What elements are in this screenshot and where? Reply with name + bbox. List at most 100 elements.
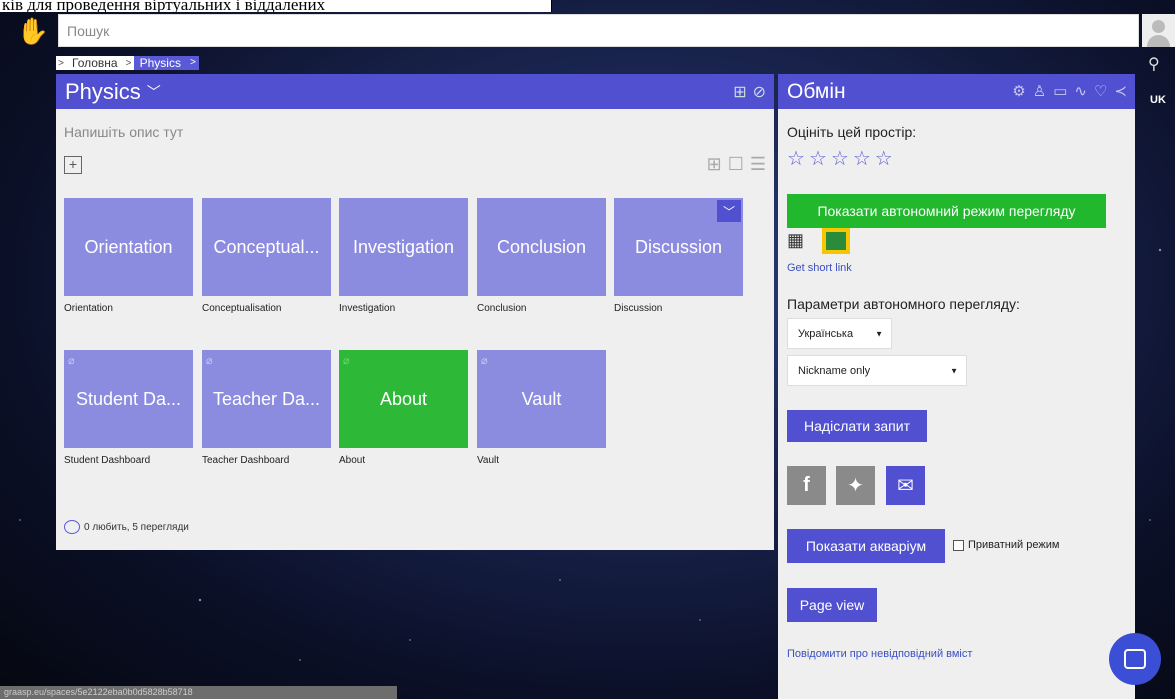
tile-vault[interactable]: ⌀ Vault [477, 350, 606, 448]
tile-caption: Orientation [64, 303, 113, 314]
tile-teacher-dashboard[interactable]: ⌀ Teacher Da... [202, 350, 331, 448]
breadcrumb-current[interactable]: Physics [133, 56, 187, 70]
tiles-view-icon[interactable]: ⊞ [707, 154, 722, 175]
share-panel: Обмін ⚙ ♙ ▭ ∿ ♡ ≺ Оцініть цей простір: ☆… [778, 74, 1135, 699]
heart-icon[interactable] [64, 520, 80, 534]
tile-caption: Vault [477, 455, 500, 466]
private-mode-toggle[interactable]: Приватний режим [953, 539, 1059, 551]
tile-label: Conceptual... [213, 236, 320, 257]
rate-label: Оцініть цей простір: [787, 124, 917, 140]
tile-menu-chevron-icon[interactable]: ﹀ [717, 200, 741, 222]
nickname-select[interactable]: Nickname only ▼ [787, 355, 967, 386]
eye-off-icon: ⌀ [343, 355, 350, 367]
tile-label: About [379, 388, 428, 409]
page-view-button[interactable]: Page view [787, 588, 877, 622]
params-label: Параметри автономного перегляду: [787, 296, 1020, 312]
description-placeholder[interactable]: Напишіть опис тут [64, 124, 183, 140]
share-title: Обмін [787, 79, 846, 103]
tile-label: Vault [521, 388, 562, 409]
tile-conceptualisation[interactable]: Conceptual... [202, 198, 331, 296]
show-aquarium-button[interactable]: Показати акваріум [787, 529, 945, 563]
app-logo-hand-icon[interactable]: ✋ [16, 14, 50, 48]
breadcrumb-chevron-icon: > [186, 56, 199, 70]
tile-about[interactable]: ⌀ About [339, 350, 468, 448]
breadcrumb-chevron-icon: > [123, 56, 134, 70]
eye-off-icon: ⌀ [68, 355, 75, 367]
chat-icon[interactable]: ▭ [1053, 82, 1067, 100]
twitter-icon[interactable]: ✦ [836, 466, 875, 505]
private-mode-label: Приватний режим [968, 539, 1060, 551]
breadcrumb: > Головна > Physics > [56, 55, 199, 71]
share-header: Обмін ⚙ ♙ ▭ ∿ ♡ ≺ [778, 74, 1135, 109]
send-request-button[interactable]: Надіслати запит [787, 410, 927, 442]
star-icon[interactable]: ☆ [875, 146, 893, 171]
report-link[interactable]: Повідомити про невідповідний вміст [787, 648, 972, 660]
tile-caption: Conceptualisation [202, 303, 282, 314]
star-icon[interactable]: ☆ [809, 146, 827, 171]
tile-label: Orientation [84, 236, 173, 257]
space-header: Physics ﹀ ⊞ ⊘ [56, 74, 774, 109]
user-avatar[interactable] [1142, 14, 1175, 47]
share-icon[interactable]: ≺ [1114, 82, 1127, 100]
tile-discussion[interactable]: Discussion ﹀ [614, 198, 743, 296]
tile-caption: Discussion [614, 303, 663, 314]
list-view-icon[interactable]: ☰ [750, 154, 766, 175]
settings-icon[interactable]: ⚙ [1012, 82, 1025, 100]
star-icon[interactable]: ☆ [853, 146, 871, 171]
eye-off-icon: ⌀ [481, 355, 488, 367]
header-icons: ⊞ ⊘ [733, 82, 766, 102]
facebook-icon[interactable]: f [787, 466, 826, 505]
tile-label: Conclusion [496, 236, 587, 257]
avatar-body [1147, 35, 1170, 47]
rating-stars[interactable]: ☆ ☆ ☆ ☆ ☆ [787, 146, 893, 171]
share-header-icons: ⚙ ♙ ▭ ∿ ♡ ≺ [1012, 82, 1127, 100]
star-icon[interactable]: ☆ [787, 146, 805, 171]
compass-icon[interactable]: ⊘ [753, 82, 766, 102]
tile-caption: Investigation [339, 303, 396, 314]
search-input[interactable] [58, 14, 1139, 47]
language-switch[interactable]: UK [1150, 94, 1166, 106]
short-link[interactable]: Get short link [787, 262, 852, 274]
private-mode-checkbox[interactable] [953, 539, 964, 551]
analytics-icon[interactable]: ∿ [1074, 82, 1087, 100]
tile-caption: Student Dashboard [64, 455, 151, 466]
add-item-button[interactable]: + [64, 156, 82, 174]
space-title[interactable]: Physics [65, 79, 141, 105]
tile-label: Teacher Da... [212, 388, 321, 409]
status-url: graasp.eu/spaces/5e2122eba0b0d5828b58718 [0, 686, 397, 699]
google-classroom-icon[interactable] [822, 228, 850, 254]
tile-student-dashboard[interactable]: ⌀ Student Da... [64, 350, 193, 448]
bulb-icon[interactable]: ♡ [1094, 82, 1107, 100]
language-select[interactable]: Українська ▼ [787, 318, 892, 349]
tile-label: Investigation [352, 236, 455, 257]
offline-view-button[interactable]: Показати автономний режим перегляду [787, 194, 1106, 228]
tile-caption: About [339, 455, 366, 466]
grid-view-icon[interactable]: ⊞ [733, 82, 746, 102]
eye-off-icon: ⌀ [206, 355, 213, 367]
likes-text: 0 любить, 5 перегляди [84, 521, 189, 533]
email-icon[interactable]: ✉ [886, 466, 925, 505]
chevron-down-icon[interactable]: ﹀ [147, 82, 161, 102]
tile-investigation[interactable]: Investigation [339, 198, 468, 296]
language-select-value: Українська [798, 327, 854, 340]
members-icon[interactable]: ♙ [1033, 82, 1046, 100]
space-panel: Physics ﹀ ⊞ ⊘ Напишіть опис тут + ⊞ ☐ ☰ … [56, 74, 774, 550]
single-view-icon[interactable]: ☐ [728, 154, 744, 175]
dropdown-arrow-icon: ▼ [950, 366, 958, 375]
qr-code-icon[interactable]: ▦ [787, 230, 804, 251]
view-mode-icons: ⊞ ☐ ☰ [707, 154, 766, 175]
search-icon[interactable]: ⚲ [1148, 54, 1160, 74]
chat-bubble-icon [1124, 649, 1146, 669]
breadcrumb-home[interactable]: Головна [66, 56, 124, 70]
tile-label: Discussion [634, 236, 723, 257]
chat-launcher-button[interactable] [1109, 633, 1161, 685]
avatar-head [1152, 20, 1165, 33]
star-icon[interactable]: ☆ [831, 146, 849, 171]
likes-row: 0 любить, 5 перегляди [64, 520, 189, 534]
tile-caption: Teacher Dashboard [202, 455, 290, 466]
tile-label: Student Da... [75, 388, 182, 409]
breadcrumb-chevron-icon: > [56, 56, 66, 70]
tile-conclusion[interactable]: Conclusion [477, 198, 606, 296]
tile-orientation[interactable]: Orientation [64, 198, 193, 296]
tile-caption: Conclusion [477, 303, 527, 314]
